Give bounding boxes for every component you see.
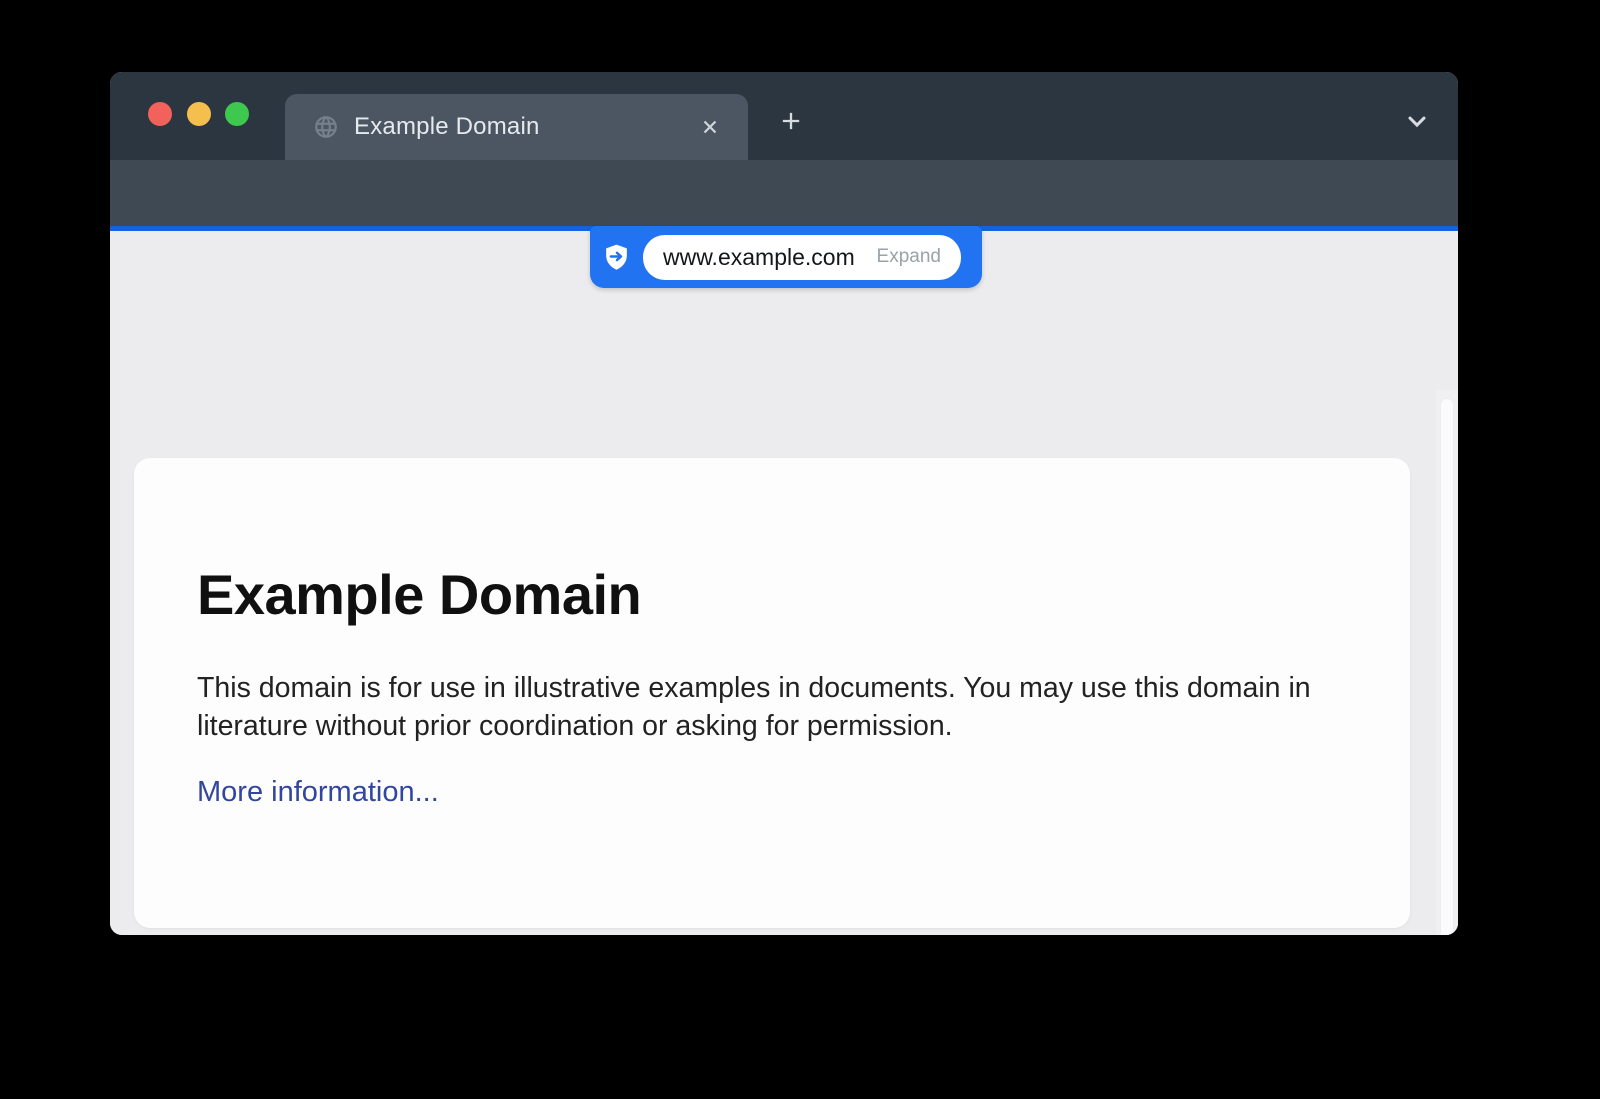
tab-example-domain[interactable]: Example Domain	[285, 94, 748, 160]
content-card: Example Domain This domain is for use in…	[134, 458, 1410, 928]
window-zoom-button[interactable]	[225, 102, 249, 126]
new-tab-button[interactable]	[775, 105, 807, 137]
browser-toolbar: browser-beta.cloudflareaccess.com/... C	[110, 160, 1458, 226]
tab-title: Example Domain	[354, 113, 696, 141]
tab-close-icon[interactable]	[696, 113, 724, 141]
page-heading: Example Domain	[197, 562, 1347, 627]
expand-button[interactable]: Expand	[877, 246, 941, 268]
shield-arrow-icon	[601, 242, 632, 273]
isolated-domain-text: www.example.com	[663, 244, 855, 271]
scrollbar-thumb[interactable]	[1440, 398, 1454, 935]
browser-window: Example Domain	[110, 72, 1458, 935]
window-close-button[interactable]	[148, 102, 172, 126]
scrollbar-track[interactable]	[1436, 390, 1458, 935]
isolation-domain-bar: www.example.com Expand	[590, 226, 982, 288]
isolated-domain-pill[interactable]: www.example.com Expand	[643, 235, 961, 280]
globe-icon	[313, 114, 339, 140]
more-information-link[interactable]: More information...	[197, 776, 439, 809]
tab-search-chevron-icon[interactable]	[1401, 105, 1433, 137]
tab-strip: Example Domain	[110, 72, 1458, 160]
page-viewport: Example Domain This domain is for use in…	[110, 231, 1458, 935]
page-paragraph: This domain is for use in illustrative e…	[197, 669, 1347, 746]
window-minimize-button[interactable]	[187, 102, 211, 126]
